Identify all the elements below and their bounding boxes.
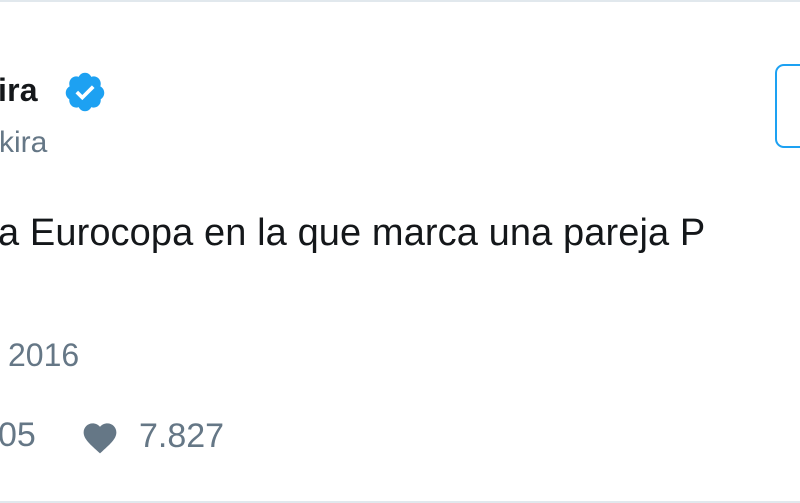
like-button[interactable]: 7.827 [80, 414, 224, 458]
verified-badge-icon [65, 72, 105, 112]
tweet-card: ira kira a Eurocopa en la que marca una … [0, 0, 800, 503]
heart-icon [83, 423, 117, 454]
tweet-timestamp[interactable]: 2016 [8, 337, 79, 374]
tweet-text: a Eurocopa en la que marca una pareja P [0, 212, 706, 254]
user-handle[interactable]: kira [0, 126, 47, 160]
display-name[interactable]: ira [0, 72, 38, 109]
retweet-count: 05 [0, 416, 36, 454]
like-count: 7.827 [139, 416, 225, 455]
follow-button[interactable] [775, 64, 800, 148]
